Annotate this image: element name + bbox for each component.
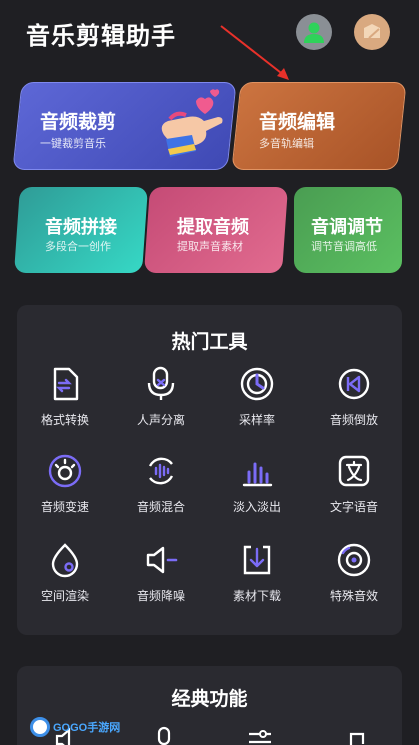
tool-label: 素材下载 [232, 589, 281, 603]
audio-join-card[interactable]: 音频拼接 多段合一创作 [13, 187, 149, 273]
spatial-render-icon [51, 543, 79, 578]
audio-cut-card[interactable]: 音频裁剪 一键裁剪音乐 [12, 82, 237, 170]
watermark-logo-icon [30, 717, 50, 737]
tool-reverse-play[interactable]: 音频倒放 [306, 365, 402, 441]
microphone-icon[interactable] [149, 726, 179, 745]
audio-edit-title: 音频编辑 [259, 112, 336, 133]
hand-heart-icon [161, 89, 223, 157]
hot-tools-title: 热门工具 [171, 332, 248, 353]
user-glyph-icon [304, 22, 324, 43]
tool-sample-rate[interactable]: 采样率 [209, 365, 305, 441]
audio-mix-icon [148, 457, 174, 485]
sample-rate-icon [240, 367, 274, 401]
skin-glyph-icon [364, 24, 380, 39]
audio-edit-subtitle: 多音轨编辑 [259, 138, 314, 150]
tool-label: 音频倒放 [329, 413, 378, 427]
tool-label: 采样率 [238, 413, 275, 427]
audio-cut-title: 音频裁剪 [40, 112, 117, 133]
audio-cut-subtitle: 一键裁剪音乐 [40, 138, 106, 150]
app-title: 音乐剪辑助手 [26, 23, 176, 50]
tool-label: 文字语音 [329, 500, 378, 514]
special-effect-icon [337, 543, 371, 577]
tool-speed-change[interactable]: 音频变速 [17, 452, 113, 528]
music-note-icon[interactable] [341, 728, 371, 745]
tool-label: 音频变速 [40, 500, 89, 514]
tool-label: 音频混合 [136, 500, 185, 514]
equalizer-icon[interactable] [245, 728, 275, 745]
extract-audio-subtitle: 提取声音素材 [177, 241, 243, 253]
tool-material-download[interactable]: 素材下载 [209, 541, 305, 617]
tool-text-to-speech[interactable]: 文字语音 [306, 452, 402, 528]
user-avatar-icon[interactable] [296, 14, 332, 50]
noise-reduction-icon [146, 546, 178, 574]
audio-edit-card[interactable]: 音频编辑 多音轨编辑 [231, 82, 407, 170]
theme-skin-icon[interactable] [354, 14, 390, 50]
tool-vocal-separation[interactable]: 人声分离 [113, 365, 209, 441]
tool-audio-mix[interactable]: 音频混合 [113, 452, 209, 528]
extract-audio-card[interactable]: 提取音频 提取声音素材 [143, 187, 289, 273]
tool-label: 音频降噪 [136, 589, 185, 603]
tool-label: 人声分离 [136, 413, 185, 427]
material-download-icon [243, 545, 271, 575]
fade-in-out-icon [242, 462, 273, 487]
header: 音乐剪辑助手 [0, 0, 419, 70]
tool-format-convert[interactable]: 格式转换 [17, 365, 113, 441]
audio-join-subtitle: 多段合一创作 [45, 241, 111, 253]
format-convert-icon [53, 367, 79, 401]
tool-special-effect[interactable]: 特殊音效 [306, 541, 402, 617]
pitch-adjust-title: 音调调节 [311, 217, 383, 237]
speed-change-icon [48, 454, 82, 488]
tool-label: 空间渲染 [40, 589, 89, 603]
tool-label: 淡入淡出 [232, 500, 281, 514]
hot-tools-panel: 热门工具 格式转换 人声分离 采样率 音频倒放 音频变速 音频混合 淡入淡出 文… [17, 305, 402, 635]
classic-functions-title: 经典功能 [171, 689, 248, 710]
tool-fade-in-out[interactable]: 淡入淡出 [209, 452, 305, 528]
tool-spatial-render[interactable]: 空间渲染 [17, 541, 113, 617]
tool-label: 特殊音效 [329, 589, 378, 603]
reverse-play-icon [338, 368, 370, 400]
text-to-speech-icon [338, 455, 370, 487]
audio-join-title: 音频拼接 [45, 217, 117, 237]
watermark-text: GOGO手游网 [53, 722, 121, 734]
tool-label: 格式转换 [40, 413, 89, 427]
red-arrow-annotation [220, 25, 289, 80]
pitch-adjust-card[interactable]: 音调调节 调节音调高低 [294, 187, 402, 273]
watermark: GOGO手游网 [30, 716, 120, 738]
vocal-separation-icon [147, 366, 175, 400]
pitch-adjust-subtitle: 调节音调高低 [311, 241, 377, 253]
extract-audio-title: 提取音频 [177, 217, 249, 237]
tool-noise-reduction[interactable]: 音频降噪 [113, 541, 209, 617]
